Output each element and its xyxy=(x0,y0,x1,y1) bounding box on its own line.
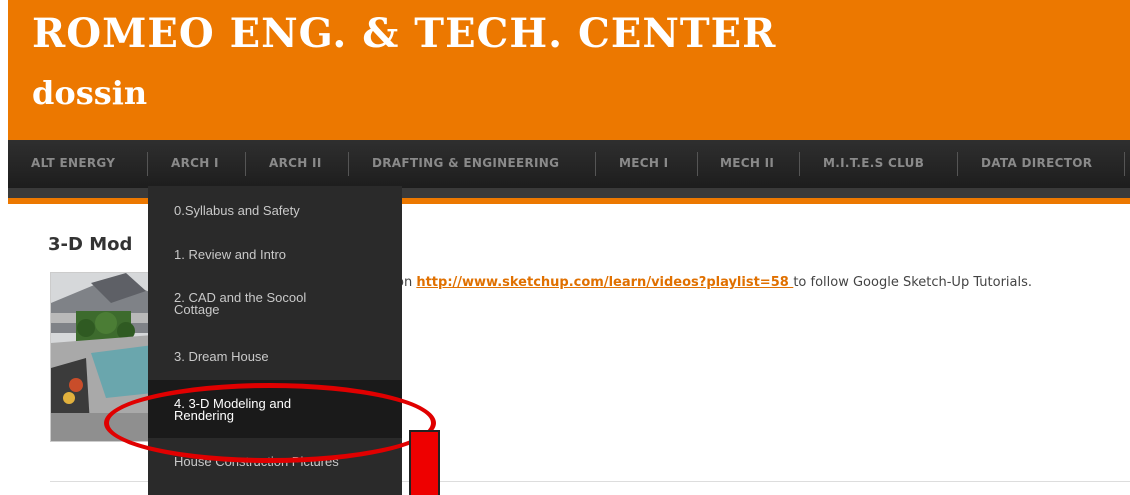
dropdown-item-label: 0.Syllabus and Safety xyxy=(174,203,300,218)
nav-separator xyxy=(245,152,246,176)
annotation-marker xyxy=(409,430,440,495)
dropdown-item-label: 3. Dream House xyxy=(174,349,269,364)
site-tagline: dossin xyxy=(32,74,148,112)
nav-item-mech-2[interactable]: MECH II xyxy=(720,140,774,186)
annotation-ellipse xyxy=(104,383,436,463)
site-header: ROMEO ENG. & TECH. CENTER dossin xyxy=(8,0,1130,140)
post-text-after: to follow Google Sketch-Up Tutorials. xyxy=(793,275,1033,290)
dropdown-item-syllabus-safety[interactable]: 0.Syllabus and Safety xyxy=(148,186,402,234)
nav-separator xyxy=(957,152,958,176)
sketchup-tutorials-link[interactable]: http://www.sketchup.com/learn/videos?pla… xyxy=(416,275,793,290)
dropdown-item-label: 1. Review and Intro xyxy=(174,247,287,262)
nav-item-drafting-engineering[interactable]: DRAFTING & ENGINEERING xyxy=(372,140,559,186)
nav-item-arch-1[interactable]: ARCH I xyxy=(171,140,219,186)
nav-separator xyxy=(1124,152,1125,176)
nav-item-alt-energy[interactable]: ALT ENERGY xyxy=(31,140,115,186)
dropdown-item-review-intro[interactable]: 1. Review and Intro xyxy=(148,234,402,282)
page-left-edge xyxy=(0,0,8,495)
nav-item-data-director[interactable]: DATA DIRECTOR xyxy=(981,140,1092,186)
post-title[interactable]: 3-D Mod xyxy=(48,234,132,255)
nav-item-mites-club[interactable]: M.I.T.E.S CLUB xyxy=(823,140,924,186)
dropdown-item-label: 2. CAD and the Socool Cottage xyxy=(174,290,307,317)
nav-separator xyxy=(147,152,148,176)
nav-separator xyxy=(348,152,349,176)
dropdown-item-cad-socool-cottage[interactable]: 2. CAD and the Socool Cottage xyxy=(148,282,402,334)
post-excerpt: on http://www.sketchup.com/learn/videos?… xyxy=(396,275,1032,290)
nav-separator xyxy=(799,152,800,176)
nav-separator xyxy=(595,152,596,176)
nav-item-mech-1[interactable]: MECH I xyxy=(619,140,668,186)
dropdown-item-dream-house[interactable]: 3. Dream House xyxy=(148,334,402,380)
nav-separator xyxy=(697,152,698,176)
site-title[interactable]: ROMEO ENG. & TECH. CENTER xyxy=(32,10,776,57)
nav-item-arch-2[interactable]: ARCH II xyxy=(269,140,322,186)
